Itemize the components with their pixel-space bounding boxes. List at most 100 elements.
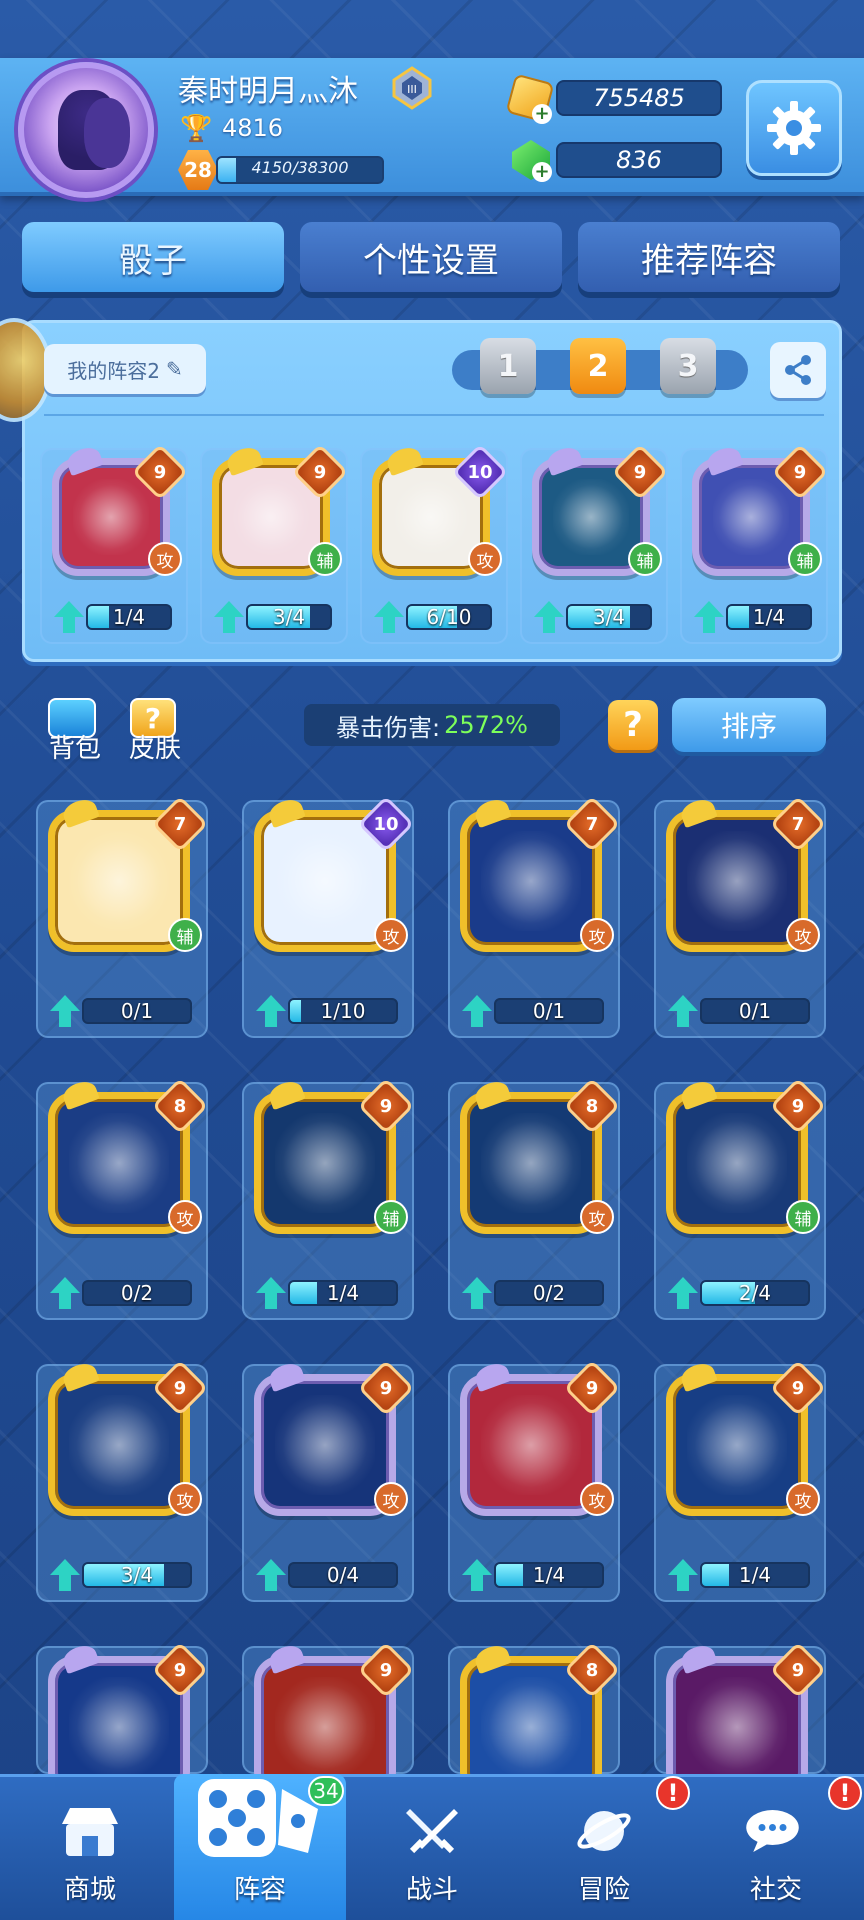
dice-art bbox=[481, 1113, 581, 1213]
dice-art bbox=[275, 1395, 375, 1495]
dice-art bbox=[481, 831, 581, 931]
dice-art bbox=[275, 831, 375, 931]
skin-label: 皮肤 bbox=[128, 734, 181, 764]
dice-role-badge: 辅 bbox=[786, 1200, 820, 1234]
dice-level: 7 bbox=[173, 813, 187, 835]
dice-level: 9 bbox=[585, 1377, 599, 1399]
dice-role-badge: 攻 bbox=[374, 918, 408, 952]
upgrade-progress-text: 1/4 bbox=[752, 605, 786, 629]
crit-damage-display: 暴击伤害: 2572% bbox=[304, 704, 560, 746]
trophy-count: 4816 bbox=[222, 114, 284, 142]
upgrade-progress-text: 0/4 bbox=[326, 1563, 360, 1587]
upgrade-progress-text: 0/1 bbox=[120, 999, 154, 1023]
dice-role-badge: 攻 bbox=[374, 1482, 408, 1516]
dice-role-badge: 攻 bbox=[148, 542, 182, 576]
share-button[interactable] bbox=[770, 342, 826, 398]
crit-damage-label: 暴击伤害: bbox=[336, 713, 441, 742]
dice-role-badge: 辅 bbox=[628, 542, 662, 576]
dice-level: 10 bbox=[467, 461, 493, 483]
dice-art bbox=[687, 831, 787, 931]
upgrade-progress-text: 1/4 bbox=[112, 605, 146, 629]
trophy-icon: 🏆 bbox=[180, 114, 213, 144]
dice-art bbox=[73, 479, 149, 555]
slot-button-3[interactable]: 3 bbox=[660, 338, 716, 394]
dice-level: 8 bbox=[173, 1095, 187, 1117]
dice-role-badge: 辅 bbox=[788, 542, 822, 576]
nav-battle[interactable]: 战斗 bbox=[346, 1774, 518, 1920]
dice-level: 9 bbox=[379, 1377, 393, 1399]
slot-button-1[interactable]: 1 bbox=[480, 338, 536, 394]
adventure-alert-badge: ! bbox=[656, 1776, 690, 1810]
tab-recommended-lineup[interactable]: 推荐阵容 bbox=[578, 222, 840, 292]
upgrade-progress-text: 0/1 bbox=[738, 999, 772, 1023]
loadout-name: 我的阵容2 bbox=[67, 358, 160, 383]
upgrade-progress-text: 0/2 bbox=[532, 1281, 566, 1305]
settings-button[interactable] bbox=[746, 80, 842, 176]
gem-amount: 836 bbox=[556, 142, 722, 178]
dice-level: 9 bbox=[791, 1095, 805, 1117]
slot-button-2[interactable]: 2 bbox=[570, 338, 626, 394]
gold-amount: 755485 bbox=[556, 80, 722, 116]
dice-role-badge: 辅 bbox=[374, 1200, 408, 1234]
dice-art bbox=[481, 1677, 581, 1777]
gear-icon bbox=[767, 101, 821, 155]
nav-shop-label: 商城 bbox=[63, 1875, 116, 1905]
sort-button[interactable]: 排序 bbox=[672, 698, 826, 752]
dice-art bbox=[69, 1677, 169, 1777]
tab-dice[interactable]: 骰子 bbox=[22, 222, 284, 292]
dice-level: 9 bbox=[791, 1377, 805, 1399]
upgrade-progress-text: 1/10 bbox=[320, 999, 366, 1023]
dice-art bbox=[481, 1395, 581, 1495]
dice-role-badge: 攻 bbox=[786, 918, 820, 952]
nav-adventure-label: 冒险 bbox=[577, 1875, 630, 1905]
dice-role-badge: 攻 bbox=[786, 1482, 820, 1516]
social-alert-badge: ! bbox=[828, 1776, 862, 1810]
dice-role-badge: 攻 bbox=[580, 1200, 614, 1234]
svg-text:III: III bbox=[407, 83, 417, 96]
panel-divider bbox=[44, 414, 824, 416]
avatar-silhouette-2 bbox=[84, 98, 130, 168]
dice-role-badge: 辅 bbox=[308, 542, 342, 576]
tab-personalization[interactable]: 个性设置 bbox=[300, 222, 562, 292]
dice-role-badge: 攻 bbox=[468, 542, 502, 576]
chat-icon bbox=[741, 1799, 811, 1863]
dice-level: 7 bbox=[585, 813, 599, 835]
upgrade-progress-text: 2/4 bbox=[738, 1281, 772, 1305]
help-button[interactable]: ? bbox=[608, 700, 658, 750]
rank-badge-icon[interactable]: III bbox=[390, 66, 434, 110]
dice-level: 9 bbox=[313, 461, 327, 483]
dice-art bbox=[69, 831, 169, 931]
dice-level: 9 bbox=[379, 1095, 393, 1117]
dice-role-badge: 辅 bbox=[168, 918, 202, 952]
dice-role-badge: 攻 bbox=[580, 1482, 614, 1516]
nav-battle-label: 战斗 bbox=[405, 1875, 458, 1905]
upgrade-progress-text: 6/10 bbox=[426, 605, 472, 629]
avatar[interactable] bbox=[18, 62, 154, 198]
dice-level: 9 bbox=[793, 461, 807, 483]
dice-level: 10 bbox=[373, 813, 399, 835]
dice-level: 8 bbox=[585, 1659, 599, 1681]
dice-level: 9 bbox=[791, 1659, 805, 1681]
dice-art bbox=[233, 479, 309, 555]
add-gold-icon[interactable]: + bbox=[532, 104, 552, 124]
dice-level: 7 bbox=[791, 813, 805, 835]
upgrade-progress-text: 0/1 bbox=[532, 999, 566, 1023]
upgrade-progress-text: 1/4 bbox=[326, 1281, 360, 1305]
crit-damage-value: 2572% bbox=[444, 711, 528, 739]
dice-art bbox=[393, 479, 469, 555]
swords-icon bbox=[397, 1799, 467, 1863]
backpack-label: 背包 bbox=[48, 734, 101, 764]
dice-art bbox=[687, 1113, 787, 1213]
dice-art bbox=[687, 1677, 787, 1777]
dice-role-badge: 攻 bbox=[580, 918, 614, 952]
dice-art bbox=[553, 479, 629, 555]
add-gem-icon[interactable]: + bbox=[532, 162, 552, 182]
nav-shop[interactable]: 商城 bbox=[4, 1774, 176, 1920]
dice-art bbox=[69, 1113, 169, 1213]
planet-icon bbox=[569, 1799, 639, 1863]
upgrade-progress-text: 1/4 bbox=[738, 1563, 772, 1587]
nav-social-label: 社交 bbox=[749, 1875, 802, 1905]
dice-art bbox=[275, 1113, 375, 1213]
dice-level: 9 bbox=[633, 461, 647, 483]
loadout-name-button[interactable]: 我的阵容2 ✎ bbox=[44, 344, 206, 394]
